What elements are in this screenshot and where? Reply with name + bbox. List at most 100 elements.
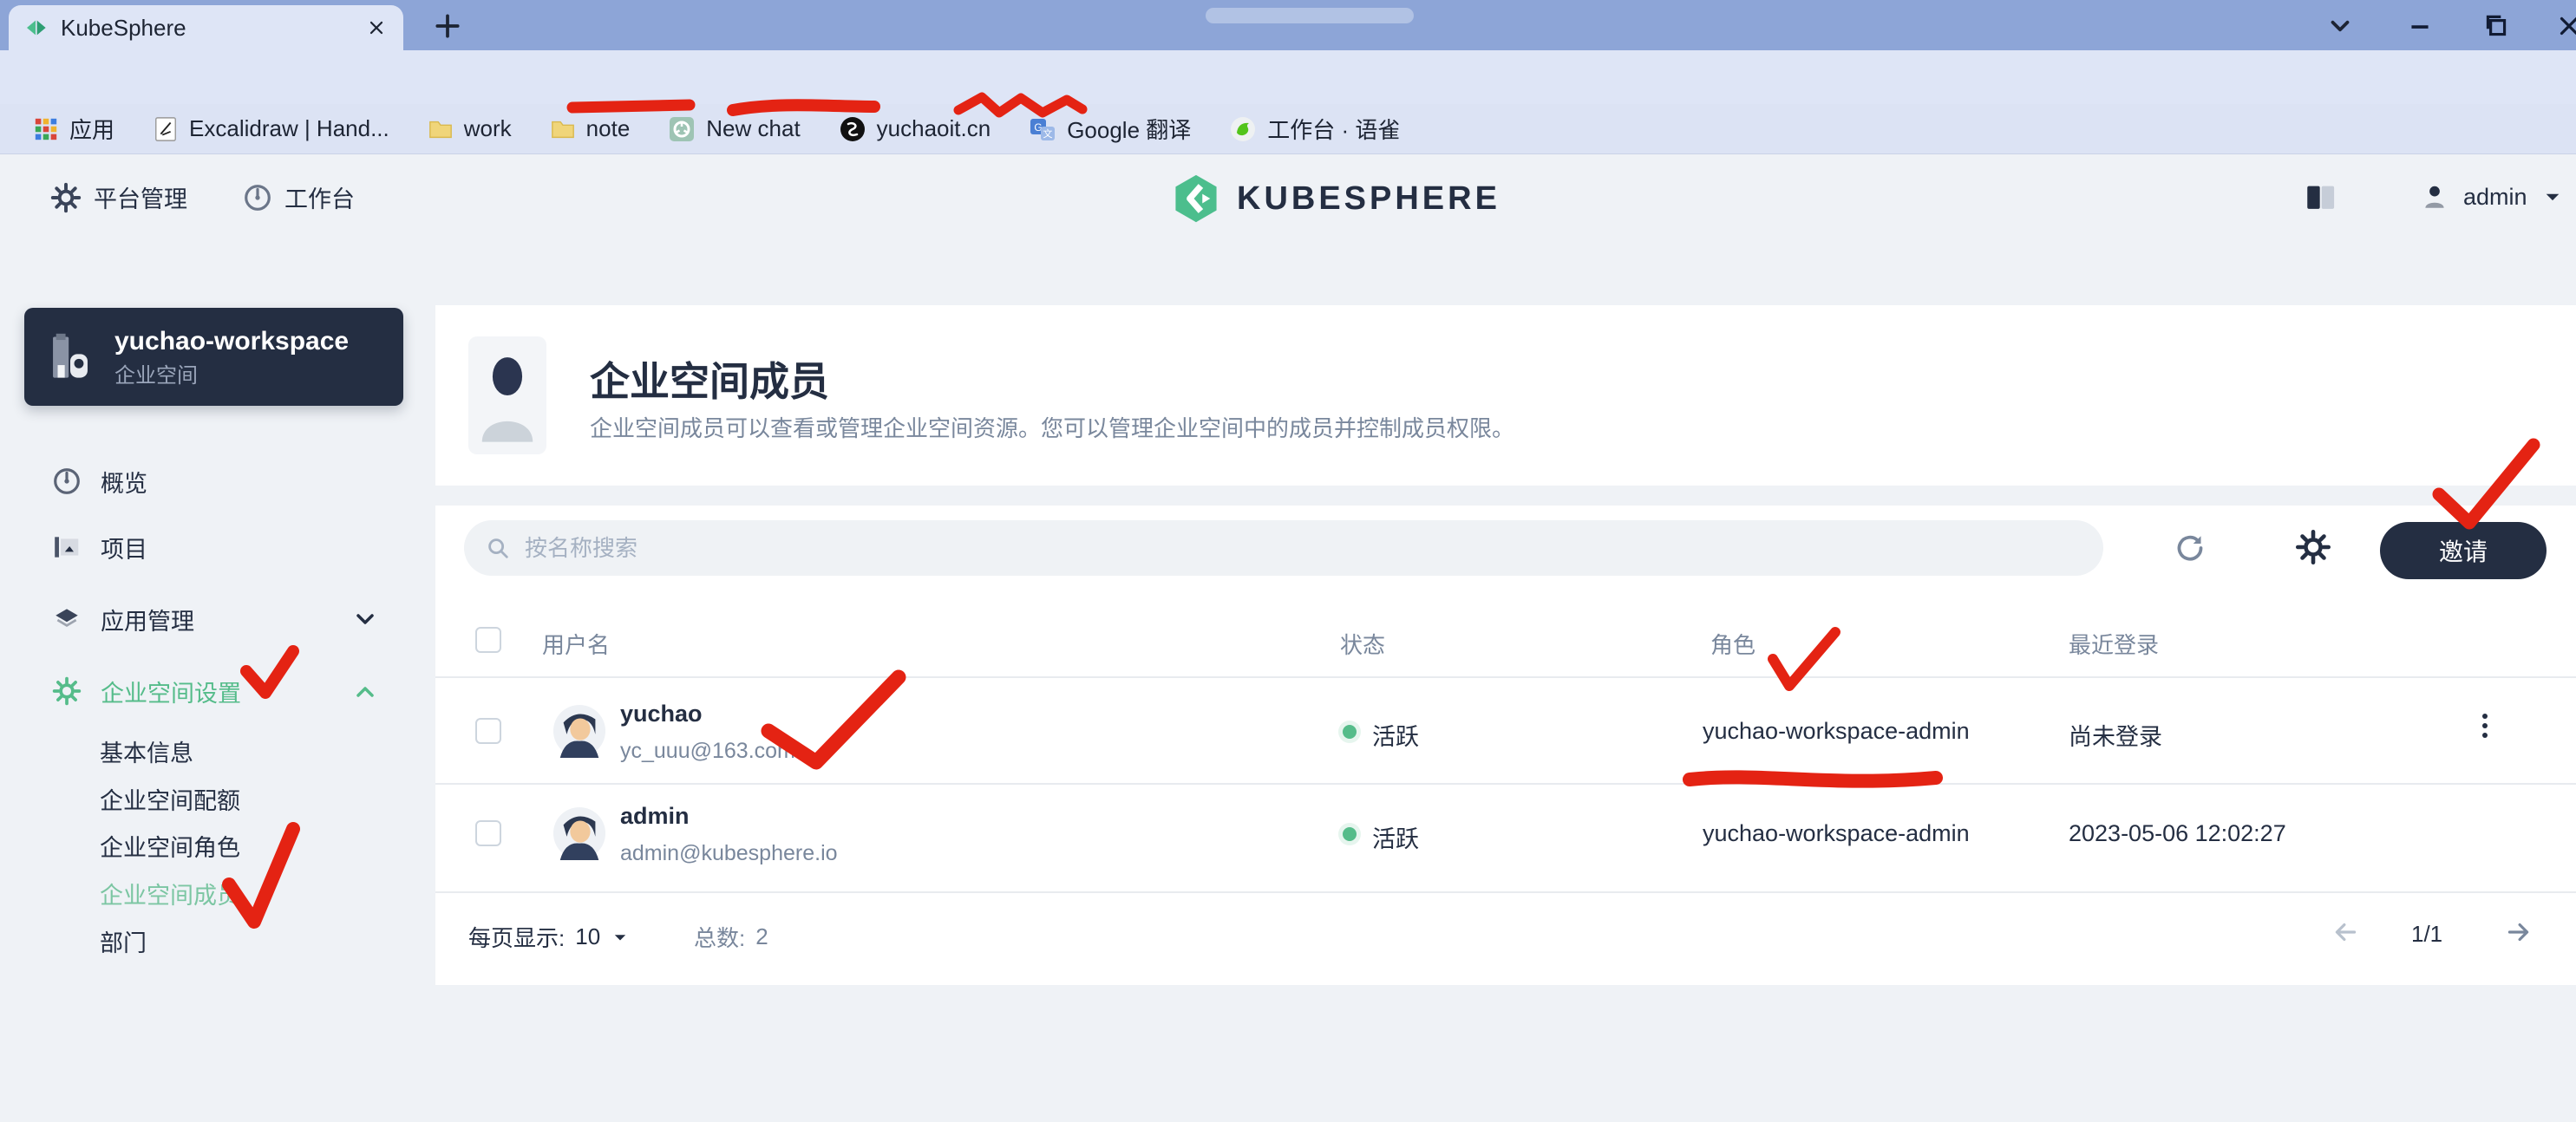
page-description: 企业空间成员可以查看或管理企业空间资源。您可以管理企业空间中的成员并控制成员权限… [590,411,1514,443]
user-status: 活跃 [1372,820,1419,854]
prev-page-icon[interactable] [2331,917,2361,947]
total-count: 总数: 2 [694,921,768,953]
window-restore-icon[interactable] [2481,10,2512,42]
tab-title: KubeSphere [61,15,351,42]
user-menu[interactable]: admin [2420,182,2564,212]
gear-icon [52,676,82,706]
invite-button-label: 邀请 [2439,533,2488,568]
row-checkbox[interactable] [475,820,501,846]
overview-icon [52,466,82,496]
status-dot [1343,827,1357,841]
window-minimize-icon[interactable] [2404,10,2435,42]
bookmark-google-translate[interactable]: G文 Google 翻译 [1013,109,1206,149]
user-status: 活跃 [1372,718,1419,752]
bookmark-label: 工作台 · 语雀 [1267,113,1400,145]
tab-search-chevron-icon[interactable] [2324,10,2356,42]
invite-button[interactable]: 邀请 [2380,522,2547,579]
columns-settings-gear-icon[interactable] [2295,529,2331,565]
topnav-platform-admin[interactable]: 平台管理 [50,180,187,214]
sidebar-subitem-workspace-roles[interactable]: 企业空间角色 [100,825,240,866]
bookmark-label: note [586,115,631,142]
user-name[interactable]: yuchao [620,701,703,727]
window-close-icon[interactable] [2553,10,2576,42]
user-email: admin@kubesphere.io [620,841,838,866]
sidebar-subitem-label: 企业空间配额 [100,782,240,816]
sidebar-item-app-management[interactable]: 应用管理 [52,595,194,643]
column-header-username: 用户名 [542,628,610,660]
user-email: yc_uuu@163.com [620,739,795,764]
row-more-actions-icon[interactable] [2482,709,2488,742]
gear-icon [50,182,82,213]
bookmark-excalidraw[interactable]: Excalidraw | Hand... [137,109,405,149]
kubesphere-favicon [23,15,49,41]
total-value: 2 [755,923,768,950]
bookmark-note[interactable]: note [534,109,646,149]
bookmark-label: Excalidraw | Hand... [189,115,389,142]
google-translate-icon: G文 [1029,115,1056,143]
sidebar-item-overview[interactable]: 概览 [52,457,147,506]
sidebar-item-label: 项目 [101,531,147,564]
bookmark-new-chat[interactable]: New chat [652,109,815,149]
layers-icon [52,604,82,634]
bookmark-label: New chat [706,115,800,142]
total-label: 总数: [694,921,745,953]
sidebar-subitem-label: 部门 [100,924,147,958]
row-checkbox[interactable] [475,718,501,744]
workspace-type: 企业空间 [114,364,198,388]
excalidraw-icon [153,116,179,142]
app-topbar: 平台管理 工作台 KUBESPHERE admin [0,154,2576,250]
user-avatar [552,806,606,860]
select-all-checkbox[interactable] [475,627,501,653]
kubesphere-logo[interactable]: KUBESPHERE [1171,173,1500,224]
status-dot [1343,725,1357,739]
chevron-down-icon [2541,186,2564,208]
new-tab-icon[interactable] [432,10,463,42]
sidebar-item-workspace-settings[interactable]: 企业空间设置 [52,667,241,715]
user-name[interactable]: admin [620,803,690,830]
chevron-down-icon[interactable] [351,605,379,633]
workspace-icon [45,332,95,382]
topnav-label: 工作台 [284,180,355,214]
kubesphere-logo-icon [1171,173,1221,224]
workspace-card[interactable]: yuchao-workspace 企业空间 [24,308,403,406]
sidebar-item-projects[interactable]: 项目 [52,523,147,571]
sidebar-subitem-workspace-members[interactable]: 企业空间成员 [100,872,240,914]
sidebar-subitem-label: 企业空间角色 [100,829,240,863]
search-icon [485,535,511,561]
bookmark-apps[interactable]: 应用 [17,109,130,149]
sidebar-subitem-label: 企业空间成员 [100,877,240,910]
user-last-login: 尚未登录 [2069,718,2162,752]
chevron-up-icon[interactable] [351,678,379,706]
workspace-name: yuchao-workspace [114,325,349,358]
sidebar-subitem-departments[interactable]: 部门 [100,920,147,962]
projects-icon [52,532,82,562]
bookmark-label: yuchaoit.cn [877,115,991,142]
topnav-workbench[interactable]: 工作台 [243,180,355,214]
docs-book-icon[interactable] [2303,180,2339,217]
sidebar-subitem-workspace-quota[interactable]: 企业空间配额 [100,778,240,819]
screen: KubeSphere 不安全 10.0.0.80:30880/workspace… [0,0,2576,1122]
sidebar-subitem-label: 基本信息 [100,734,193,768]
user-avatar [552,704,606,758]
page-indicator: 1/1 [2411,921,2442,948]
search-box[interactable] [464,520,2103,576]
kubesphere-logo-text: KUBESPHERE [1237,180,1500,218]
next-page-icon[interactable] [2503,917,2533,947]
svg-text:文: 文 [1043,127,1053,140]
page-header-card: 企业空间成员 企业空间成员可以查看或管理企业空间资源。您可以管理企业空间中的成员… [435,305,2576,486]
search-input[interactable] [525,535,2082,562]
browser-tab[interactable]: KubeSphere [9,5,403,50]
members-avatar-icon [468,336,546,454]
bookmark-yuque[interactable]: 工作台 · 语雀 [1213,109,1415,149]
speedometer-icon [243,183,272,212]
per-page-select[interactable]: 每页显示: 10 [468,921,630,953]
chatgpt-icon [668,115,696,143]
sidebar-subitem-basic-info[interactable]: 基本信息 [100,730,193,772]
bookmark-yuchaoit[interactable]: yuchaoit.cn [823,109,1007,149]
user-icon [2420,182,2449,212]
refresh-icon[interactable] [2173,531,2207,565]
tab-close-icon[interactable] [363,15,389,41]
page-title: 企业空间成员 [590,350,829,408]
folder-icon [428,116,454,142]
bookmark-work[interactable]: work [412,109,527,149]
